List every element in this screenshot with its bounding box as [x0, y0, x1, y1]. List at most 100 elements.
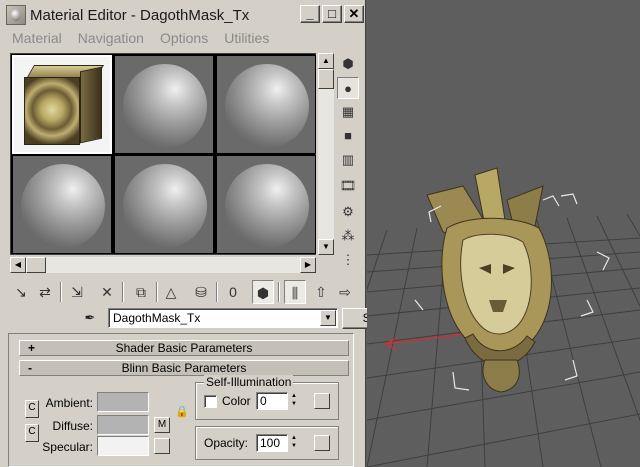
horizontal-scroll-thumb[interactable]: [26, 257, 46, 273]
sample-sphere: [123, 164, 207, 248]
self-illum-color-checkbox[interactable]: [204, 395, 217, 408]
scroll-left-button[interactable]: ◀: [10, 257, 26, 273]
x-axis-arrow: [384, 343, 398, 351]
backlight-icon[interactable]: ●: [337, 77, 359, 99]
opacity-spinner[interactable]: ▲ ▼: [289, 434, 299, 452]
sample-slot-1[interactable]: [12, 55, 112, 154]
select-by-material-icon[interactable]: ⁂: [337, 225, 359, 247]
menu-bar: Material Navigation Options Utilities: [2, 28, 364, 48]
background-checker-icon[interactable]: ▦: [337, 101, 359, 123]
go-to-parent-icon[interactable]: ⇧: [310, 280, 332, 304]
toolbar-separator: [122, 282, 124, 302]
ambient-label: Ambient:: [45, 396, 93, 410]
toolbar-separator: [278, 282, 280, 302]
material-name-combobox[interactable]: DagothMask_Tx ▼: [108, 308, 338, 328]
cube-side-face: [80, 66, 102, 144]
make-unique-icon[interactable]: △: [160, 280, 182, 304]
perspective-viewport[interactable]: [367, 0, 640, 467]
toolbar-separator: [60, 282, 62, 302]
specular-map-button[interactable]: [154, 438, 170, 454]
sample-slot-2[interactable]: [114, 55, 214, 154]
viewport-scene: [367, 167, 640, 467]
self-illumination-label: Self-Illumination: [204, 375, 294, 389]
lock-diffuse-specular-button[interactable]: C: [25, 424, 39, 442]
chevron-down-icon[interactable]: ▼: [320, 310, 336, 326]
maximize-button[interactable]: □: [322, 5, 342, 23]
lock-icon[interactable]: 🔒: [175, 404, 189, 420]
menu-navigation[interactable]: Navigation: [78, 30, 144, 46]
video-color-check-icon[interactable]: ▥: [337, 149, 359, 171]
material-map-navigator-icon[interactable]: ⋮: [337, 249, 359, 271]
slots-vertical-scrollbar[interactable]: ▲ ▼: [318, 53, 334, 255]
minimize-button[interactable]: _: [300, 5, 320, 23]
sample-slots-grid: [10, 53, 316, 255]
make-preview-icon[interactable]: 🎞: [337, 175, 359, 197]
put-to-library-icon[interactable]: ⛁: [190, 280, 212, 304]
opacity-label: Opacity:: [204, 436, 249, 450]
diffuse-label: Diffuse:: [52, 419, 93, 433]
rollout-collapse-sign: -: [28, 361, 32, 375]
specular-color-swatch[interactable]: [97, 436, 149, 456]
bottom-toolbar: ↘ ⇄ ⇲ ✕ ⧉ △ ⛁ 0 ⬢ ⫼ ⇧ ⇨: [8, 280, 363, 306]
get-material-icon[interactable]: ↘: [10, 280, 32, 304]
sample-slot-5[interactable]: [114, 155, 214, 254]
slots-horizontal-scrollbar[interactable]: ◀ ▶: [10, 257, 316, 273]
material-editor-window: Material Editor - DagothMask_Tx _ □ ✕ Ma…: [0, 0, 432, 467]
menu-material[interactable]: Material: [12, 30, 62, 46]
sample-sphere: [225, 164, 309, 248]
shader-basic-parameters-rollout[interactable]: + Shader Basic Parameters: [19, 340, 349, 356]
go-forward-sibling-icon[interactable]: ⇨: [334, 280, 356, 304]
vertical-scroll-thumb[interactable]: [318, 69, 334, 89]
self-illum-spinner[interactable]: ▲ ▼: [289, 392, 299, 410]
rollout-label: Shader Basic Parameters: [115, 341, 253, 355]
opacity-value-field[interactable]: 100: [256, 434, 288, 452]
toolbar-separator: [156, 282, 158, 302]
diffuse-color-swatch[interactable]: [97, 415, 149, 435]
sample-slot-3[interactable]: [216, 55, 316, 154]
diffuse-map-button[interactable]: M: [154, 417, 170, 433]
material-name-row: ✒ DagothMask_Tx ▼ Standard: [80, 308, 432, 330]
self-illumination-group: Self-Illumination Color 0 ▲ ▼: [195, 375, 339, 420]
mask-cube-preview: [24, 65, 105, 147]
blinn-basic-parameters-rollout[interactable]: - Blinn Basic Parameters: [19, 360, 349, 376]
sample-sphere: [123, 64, 207, 148]
side-toolbar: ⬢ ● ▦ ■ ▥ 🎞 ⚙ ⁂ ⋮: [337, 53, 361, 273]
assign-to-selection-icon[interactable]: ⇲: [66, 280, 88, 304]
title-bar[interactable]: Material Editor - DagothMask_Tx _ □ ✕: [2, 2, 364, 28]
sample-sphere: [225, 64, 309, 148]
menu-options[interactable]: Options: [160, 30, 208, 46]
window-title: Material Editor - DagothMask_Tx: [30, 6, 250, 24]
show-map-in-viewport-icon[interactable]: ⬢: [252, 280, 274, 304]
make-copy-icon[interactable]: ⧉: [130, 280, 152, 304]
material-editor-app-icon: [6, 5, 26, 25]
self-illum-color-label: Color: [222, 394, 251, 408]
sample-type-icon[interactable]: ⬢: [337, 53, 359, 75]
cube-front-face: [24, 77, 80, 145]
rollout-panel[interactable]: + Shader Basic Parameters - Blinn Basic …: [8, 333, 354, 467]
opacity-map-button[interactable]: [314, 435, 330, 451]
specular-label: Specular:: [42, 440, 93, 454]
options-icon[interactable]: ⚙: [337, 201, 359, 223]
self-illum-value-field[interactable]: 0: [256, 392, 288, 410]
pick-material-eyedropper-icon[interactable]: ✒: [80, 310, 100, 328]
sample-slot-6[interactable]: [216, 155, 316, 254]
self-illum-map-button[interactable]: [314, 393, 330, 409]
menu-utilities[interactable]: Utilities: [224, 30, 269, 46]
ambient-color-swatch[interactable]: [97, 392, 149, 412]
put-to-scene-icon[interactable]: ⇄: [34, 280, 56, 304]
reset-map-icon[interactable]: ✕: [96, 280, 118, 304]
scroll-down-button[interactable]: ▼: [318, 239, 334, 255]
opacity-group: Opacity: 100 ▲ ▼: [195, 426, 339, 460]
lock-ambient-diffuse-button[interactable]: C: [25, 400, 39, 418]
rollout-label: Blinn Basic Parameters: [121, 361, 247, 375]
close-button[interactable]: ✕: [344, 5, 364, 23]
show-end-result-icon[interactable]: ⫼: [284, 280, 306, 304]
rollout-expand-sign: +: [28, 341, 36, 355]
scroll-up-button[interactable]: ▲: [318, 53, 334, 69]
dagoth-mask-model[interactable]: [426, 167, 552, 393]
sample-slot-4[interactable]: [12, 155, 112, 254]
material-name-value: DagothMask_Tx: [113, 311, 201, 325]
sample-uv-tiling-icon[interactable]: ■: [337, 125, 359, 147]
material-id-channel-icon[interactable]: 0: [222, 280, 244, 304]
scroll-right-button[interactable]: ▶: [300, 257, 316, 273]
